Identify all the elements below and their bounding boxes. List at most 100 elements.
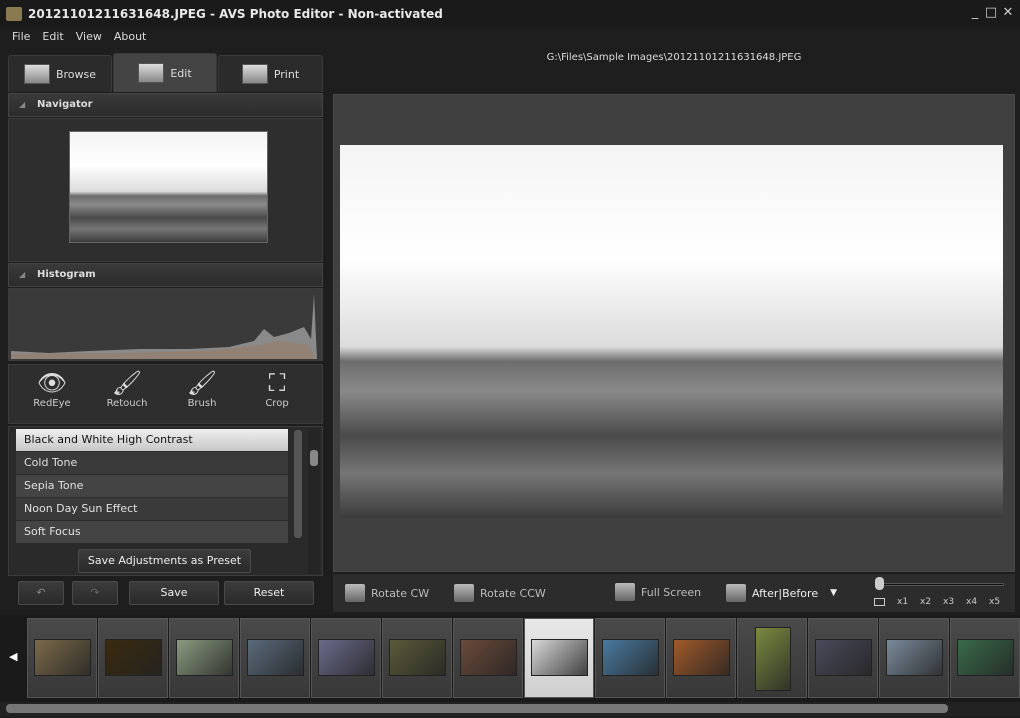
thumbnail-image — [247, 639, 304, 676]
paint-brush-icon: 🖌 — [186, 369, 218, 397]
zoom-level-x1[interactable]: x1 — [897, 597, 908, 607]
filmstrip-item[interactable] — [524, 618, 594, 698]
rotate-ccw-icon — [454, 584, 474, 602]
menu-view[interactable]: View — [76, 30, 102, 43]
thumbnail-image — [318, 639, 375, 676]
filmstrip-item[interactable] — [240, 618, 310, 698]
panel-title: Histogram — [37, 269, 96, 280]
filmstrip-item[interactable] — [666, 618, 736, 698]
dropdown-arrow-icon[interactable]: ▼ — [830, 588, 837, 598]
zoom-level-x3[interactable]: x3 — [943, 597, 954, 607]
crop-icon: ⛶ — [268, 369, 286, 397]
presets-scrollbar[interactable] — [308, 428, 320, 574]
filmstrip-item[interactable] — [879, 618, 949, 698]
filmstrip-item[interactable] — [595, 618, 665, 698]
maximize-button[interactable]: □ — [984, 5, 998, 21]
menu-bar: File Edit View About — [0, 30, 146, 50]
filmstrip-item[interactable] — [808, 618, 878, 698]
filmstrip-item[interactable] — [382, 618, 452, 698]
minimize-button[interactable]: _ — [968, 5, 982, 21]
tool-redeye[interactable]: 👁 RedEye — [17, 368, 87, 409]
zoom-level-x5[interactable]: x5 — [989, 597, 1000, 607]
filmstrip-item[interactable] — [27, 618, 97, 698]
tool-brush[interactable]: 🖌 Brush — [167, 368, 237, 409]
zoom-slider[interactable] — [880, 583, 1004, 586]
tab-browse[interactable]: Browse — [8, 55, 112, 92]
preset-item[interactable]: Sepia Tone — [16, 475, 288, 497]
filmstrip-item[interactable] — [737, 618, 807, 698]
zoom-level-x2[interactable]: x2 — [920, 597, 931, 607]
panel-title: Navigator — [37, 99, 93, 110]
thumbnail-image — [176, 639, 233, 676]
menu-edit[interactable]: Edit — [42, 30, 63, 43]
preset-item[interactable]: Soft Focus — [16, 521, 288, 543]
preset-item[interactable]: Cold Tone — [16, 452, 288, 474]
thumbnail-image — [34, 639, 91, 676]
app-icon — [6, 7, 22, 21]
thumbnail-image — [815, 639, 872, 676]
tool-label: Crop — [265, 398, 289, 409]
button-label: Full Screen — [641, 585, 702, 599]
navigator-header[interactable]: ◢ Navigator — [8, 93, 323, 117]
thumbnail-image — [755, 627, 791, 691]
rotate-ccw-button[interactable]: Rotate CCW — [454, 584, 546, 602]
tool-label: RedEye — [33, 398, 71, 409]
thumbnail-image — [105, 639, 162, 676]
full-screen-button[interactable]: Full Screen — [615, 583, 701, 601]
retouch-brush-icon: 🖌 — [111, 369, 143, 397]
scrollbar-thumb[interactable] — [310, 450, 318, 466]
thumbnail-image — [531, 639, 588, 676]
menu-file[interactable]: File — [12, 30, 30, 43]
tab-edit[interactable]: Edit — [113, 53, 217, 92]
preset-item[interactable]: Noon Day Sun Effect — [16, 498, 288, 520]
histogram-panel — [8, 288, 323, 361]
filmstrip-left-arrow[interactable]: ◀ — [9, 650, 17, 663]
filmstrip-scrollbar[interactable] — [0, 702, 1020, 716]
tool-crop[interactable]: ⛶ Crop — [242, 368, 312, 409]
tab-label: Print — [273, 67, 300, 81]
zoom-level-x4[interactable]: x4 — [966, 597, 977, 607]
rotate-cw-button[interactable]: Rotate CW — [345, 584, 429, 602]
thumbnail-image — [389, 639, 446, 676]
after-before-button[interactable]: After|Before ▼ — [726, 584, 837, 602]
rotate-cw-icon — [345, 584, 365, 602]
close-button[interactable]: ✕ — [1001, 5, 1015, 21]
file-path: G:\Files\Sample Images\20121101211631648… — [546, 52, 802, 63]
tool-label: Retouch — [106, 398, 148, 409]
main-image[interactable] — [340, 145, 1003, 518]
thumbnail-image — [886, 639, 943, 676]
button-label: After|Before — [752, 586, 819, 600]
thumbnail-image — [957, 639, 1014, 676]
eye-icon: 👁 — [36, 369, 68, 397]
filmstrip-item[interactable] — [950, 618, 1020, 698]
filmstrip-item[interactable] — [311, 618, 381, 698]
histogram-graph — [11, 294, 317, 359]
fit-icon[interactable] — [874, 598, 885, 606]
edit-pencil-icon — [138, 63, 165, 83]
save-preset-button[interactable]: Save Adjustments as Preset — [78, 549, 251, 573]
filmstrip-item[interactable] — [453, 618, 523, 698]
tool-label: Brush — [187, 398, 217, 409]
tab-label: Browse — [55, 67, 97, 81]
filmstrip-item[interactable] — [98, 618, 168, 698]
menu-about[interactable]: About — [114, 30, 147, 43]
navigator-thumbnail[interactable] — [69, 131, 268, 243]
compare-icon — [726, 584, 746, 602]
tab-print[interactable]: Print — [218, 55, 323, 92]
histogram-header[interactable]: ◢ Histogram — [8, 263, 323, 287]
scrollbar-thumb[interactable] — [6, 704, 948, 713]
button-label: Rotate CW — [371, 586, 430, 600]
window-title: 20121101211631648.JPEG - AVS Photo Edito… — [28, 7, 443, 21]
preset-item[interactable]: Black and White High Contrast — [16, 429, 288, 451]
undo-button[interactable]: ↶ — [18, 581, 64, 605]
redo-button[interactable]: ↷ — [72, 581, 118, 605]
tool-retouch[interactable]: 🖌 Retouch — [92, 368, 162, 409]
presets-inner-scrollbar[interactable] — [294, 430, 302, 538]
zoom-slider-handle[interactable] — [875, 577, 884, 590]
full-screen-icon — [615, 583, 635, 601]
reset-button[interactable]: Reset — [224, 581, 314, 605]
tab-label: Edit — [170, 66, 192, 80]
save-button[interactable]: Save — [129, 581, 219, 605]
filmstrip-item[interactable] — [169, 618, 239, 698]
folder-icon — [23, 64, 50, 84]
